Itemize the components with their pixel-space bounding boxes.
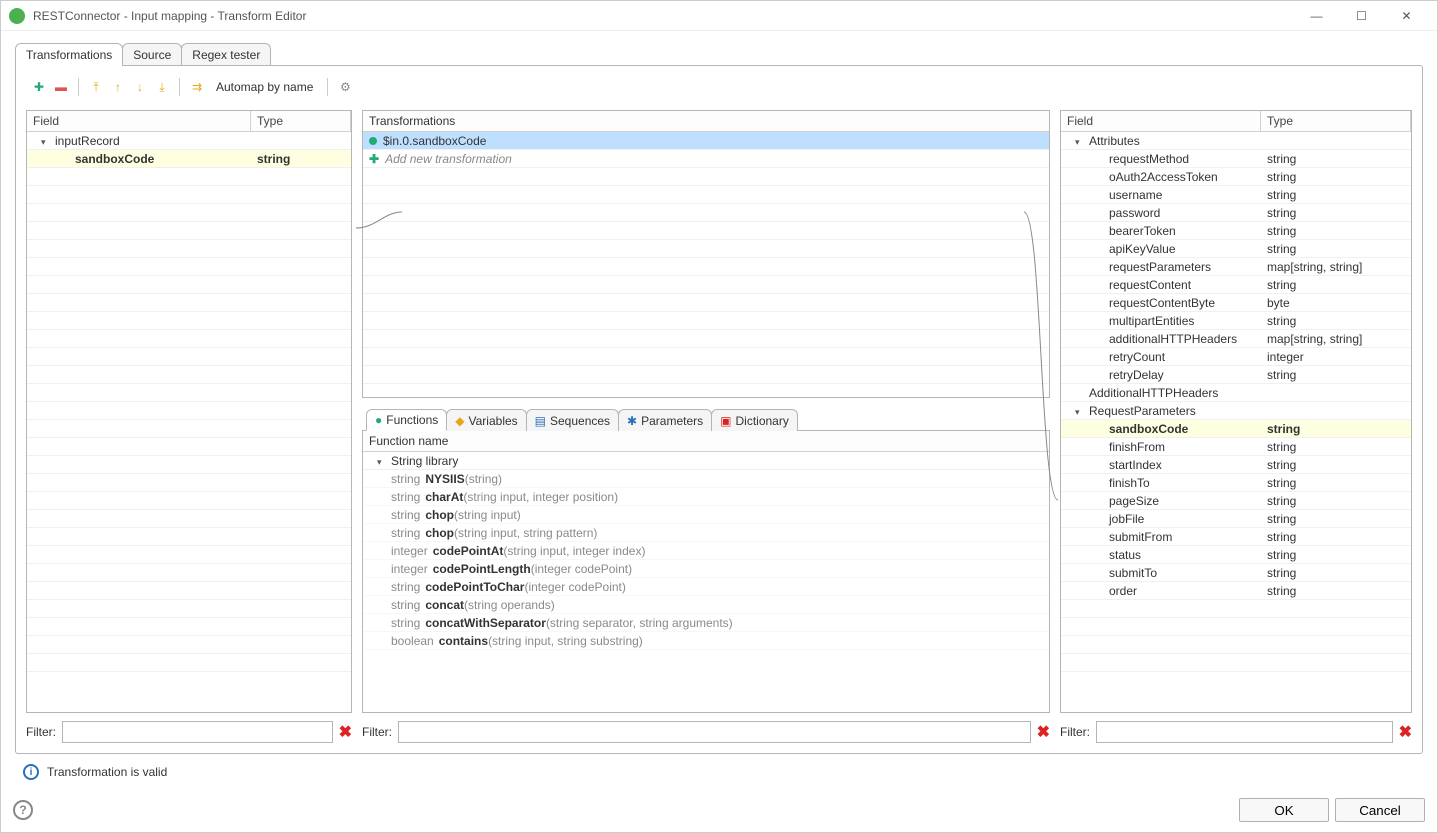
col-field[interactable]: Field [27,111,251,131]
table-row[interactable]: finishTostring [1061,474,1411,492]
col-type[interactable]: Type [1261,111,1411,131]
function-row[interactable]: string codePointToChar(integer codePoint… [363,578,1049,596]
table-row[interactable]: retryDelaystring [1061,366,1411,384]
tree-row-group[interactable]: RequestParameters [1061,402,1411,420]
transformations-box: Transformations $in.0.sandboxCode✚Add ne… [362,110,1050,398]
add-icon[interactable]: ✚ [30,78,48,96]
filter-input-left[interactable] [62,721,333,743]
move-bottom-icon[interactable]: ⤓ [153,78,171,96]
function-row[interactable]: integer codePointLength(integer codePoin… [363,560,1049,578]
center-panel: Transformations $in.0.sandboxCode✚Add ne… [362,110,1050,743]
table-row[interactable]: startIndexstring [1061,456,1411,474]
table-row[interactable]: passwordstring [1061,204,1411,222]
clear-filter-icon[interactable]: ✖ [1037,722,1050,742]
ok-button[interactable]: OK [1239,798,1329,822]
tab-parameters[interactable]: ✱Parameters [618,409,712,431]
function-row[interactable]: boolean contains(string input, string su… [363,632,1049,650]
transformation-row[interactable]: $in.0.sandboxCode [363,132,1049,150]
col-field[interactable]: Field [1061,111,1261,131]
table-row[interactable]: bearerTokenstring [1061,222,1411,240]
function-row[interactable]: string concatWithSeparator(string separa… [363,614,1049,632]
table-row[interactable]: requestContentstring [1061,276,1411,294]
cancel-button[interactable]: Cancel [1335,798,1425,822]
table-row[interactable]: sandboxCodestring [27,150,351,168]
remove-icon[interactable]: ▬ [52,78,70,96]
table-row[interactable]: requestContentBytebyte [1061,294,1411,312]
status-bar: i Transformation is valid [15,754,1423,784]
add-transformation-row[interactable]: ✚Add new transformation [363,150,1049,168]
table-row[interactable]: finishFromstring [1061,438,1411,456]
tree-row-root[interactable]: inputRecord [27,132,351,150]
move-up-icon[interactable]: ↑ [109,78,127,96]
filter-label: Filter: [1060,725,1090,739]
clear-filter-icon[interactable]: ✖ [1399,722,1412,742]
table-row[interactable]: retryCountinteger [1061,348,1411,366]
clear-filter-icon[interactable]: ✖ [339,722,352,742]
table-row[interactable]: submitFromstring [1061,528,1411,546]
function-row[interactable]: string chop(string input, string pattern… [363,524,1049,542]
window-title: RESTConnector - Input mapping - Transfor… [33,9,1294,23]
footer: ? OK Cancel [1,792,1437,832]
app-icon [9,8,25,24]
window: RESTConnector - Input mapping - Transfor… [0,0,1438,833]
output-grid[interactable]: Field Type AttributesrequestMethodstring… [1060,110,1412,713]
tab-functions[interactable]: ●Functions [366,409,447,431]
sub-tabs: ●Functions ◆Variables ▤Sequences ✱Parame… [362,408,1050,431]
tab-regex-tester[interactable]: Regex tester [181,43,271,66]
table-row[interactable]: submitTostring [1061,564,1411,582]
filter-label: Filter: [26,725,56,739]
automap-icon[interactable]: ⇉ [188,78,206,96]
maximize-button[interactable]: ☐ [1339,2,1384,30]
col-type[interactable]: Type [251,111,351,131]
toolbar: ✚ ▬ ⤒ ↑ ↓ ⤓ ⇉ Automap by name ⚙ [26,76,1412,102]
function-row[interactable]: string charAt(string input, integer posi… [363,488,1049,506]
table-row[interactable]: oAuth2AccessTokenstring [1061,168,1411,186]
function-row[interactable]: string concat(string operands) [363,596,1049,614]
table-row[interactable]: apiKeyValuestring [1061,240,1411,258]
functions-box[interactable]: Function name String library string NYSI… [362,431,1050,713]
output-panel: Field Type AttributesrequestMethodstring… [1060,110,1412,743]
table-row[interactable]: pageSizestring [1061,492,1411,510]
input-grid[interactable]: Field Type inputRecord sandboxCodestring [26,110,352,713]
titlebar: RESTConnector - Input mapping - Transfor… [1,1,1437,31]
filter-input-center[interactable] [398,721,1031,743]
move-top-icon[interactable]: ⤒ [87,78,105,96]
tab-sequences[interactable]: ▤Sequences [526,409,619,431]
table-row[interactable]: additionalHTTPHeadersmap[string, string] [1061,330,1411,348]
input-panel: Field Type inputRecord sandboxCodestring… [26,110,352,743]
table-row[interactable]: jobFilestring [1061,510,1411,528]
tab-transformations[interactable]: Transformations [15,43,123,66]
tab-source[interactable]: Source [122,43,182,66]
move-down-icon[interactable]: ↓ [131,78,149,96]
tree-row-group[interactable]: AdditionalHTTPHeaders [1061,384,1411,402]
tab-variables[interactable]: ◆Variables [446,409,526,431]
main-tabs: Transformations Source Regex tester [15,43,1423,66]
function-row[interactable]: string NYSIIS(string) [363,470,1049,488]
table-row[interactable]: usernamestring [1061,186,1411,204]
function-row[interactable]: integer codePointAt(string input, intege… [363,542,1049,560]
tab-dictionary[interactable]: ▣Dictionary [711,409,798,431]
transformations-header: Transformations [363,111,1049,132]
close-button[interactable]: ✕ [1384,2,1429,30]
table-row[interactable]: multipartEntitiesstring [1061,312,1411,330]
table-row[interactable]: sandboxCodestring [1061,420,1411,438]
main-frame: ✚ ▬ ⤒ ↑ ↓ ⤓ ⇉ Automap by name ⚙ Field [15,65,1423,754]
tree-row-group[interactable]: String library [363,452,1049,470]
table-row[interactable]: requestMethodstring [1061,150,1411,168]
table-row[interactable]: statusstring [1061,546,1411,564]
function-row[interactable]: string chop(string input) [363,506,1049,524]
automap-button[interactable]: Automap by name [210,78,319,96]
filter-input-right[interactable] [1096,721,1393,743]
help-icon[interactable]: ? [13,800,33,820]
status-text: Transformation is valid [47,765,167,779]
gears-icon[interactable]: ⚙ [336,78,354,96]
minimize-button[interactable]: — [1294,2,1339,30]
info-icon: i [23,764,39,780]
filter-label: Filter: [362,725,392,739]
table-row[interactable]: requestParametersmap[string, string] [1061,258,1411,276]
functions-header: Function name [363,431,1049,452]
table-row[interactable]: orderstring [1061,582,1411,600]
tree-row-group[interactable]: Attributes [1061,132,1411,150]
